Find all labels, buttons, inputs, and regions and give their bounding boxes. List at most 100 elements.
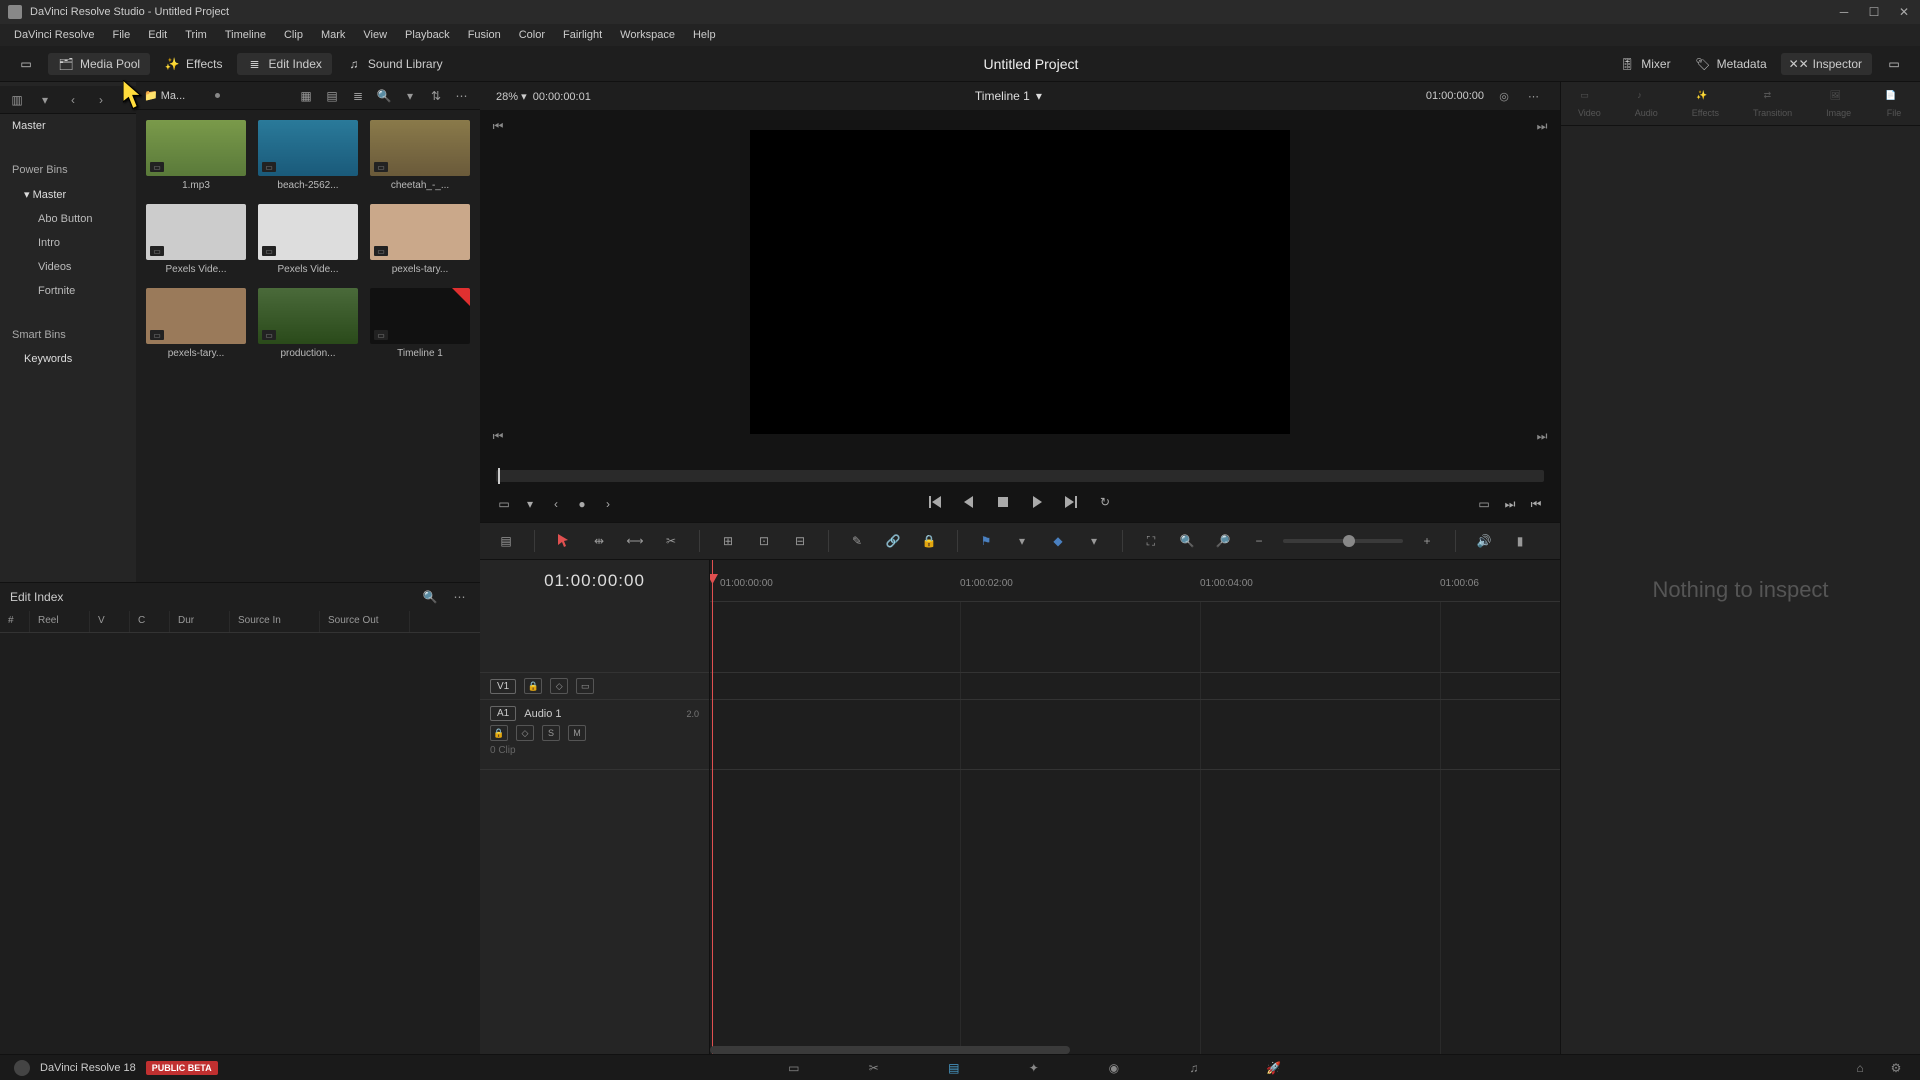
edit-index-options[interactable]: ⋯ — [450, 587, 470, 607]
menu-workspace[interactable]: Workspace — [612, 27, 683, 43]
custom-zoom-button[interactable]: 🔎 — [1211, 529, 1235, 553]
menu-file[interactable]: File — [105, 27, 139, 43]
minimize-button[interactable]: ─ — [1836, 4, 1852, 20]
timeline-dropdown-icon[interactable]: ▾ — [1036, 89, 1042, 103]
inspector-tab-video[interactable]: ▭Video — [1578, 90, 1601, 118]
media-options-button[interactable]: ⋯ — [452, 86, 472, 106]
a1-tag[interactable]: A1 — [490, 706, 516, 721]
go-start-button[interactable] — [925, 492, 945, 512]
bin-videos[interactable]: Videos — [0, 255, 136, 279]
edit-index-col[interactable]: Reel — [30, 611, 90, 632]
next-edit-button[interactable]: ⏭ — [1500, 494, 1520, 514]
menu-edit[interactable]: Edit — [140, 27, 175, 43]
metadata-toggle[interactable]: 🏷Metadata — [1685, 53, 1777, 75]
tracks-canvas[interactable]: 01:00:00:00 01:00:02:00 01:00:04:00 01:0… — [710, 560, 1560, 1054]
bypass-grades-button[interactable]: ◎ — [1494, 86, 1514, 106]
loop-button[interactable]: ↻ — [1095, 492, 1115, 512]
dynamic-trim-tool[interactable]: ⟷ — [623, 529, 647, 553]
media-clip[interactable]: ▭cheetah_-_... — [370, 120, 470, 196]
bin-list-toggle[interactable]: ▥ — [6, 89, 28, 111]
monitor-volume-icon[interactable]: 🔊 — [1472, 529, 1496, 553]
smart-bins-header[interactable]: Smart Bins — [0, 323, 136, 347]
play-button[interactable] — [1027, 492, 1047, 512]
v1-tag[interactable]: V1 — [490, 679, 516, 694]
zoom-full-button[interactable]: ⛶ — [1139, 529, 1163, 553]
media-clip[interactable]: ▭production... — [258, 288, 358, 364]
selection-tool[interactable] — [551, 529, 575, 553]
sort-button[interactable]: ⇅ — [426, 86, 446, 106]
bin-forward[interactable]: › — [90, 89, 112, 111]
timeline-name[interactable]: Timeline 1 — [975, 89, 1030, 103]
thumb-view-button[interactable]: ▦ — [296, 86, 316, 106]
viewer-zoom[interactable]: 28% — [496, 91, 518, 103]
edit-index-col[interactable]: V — [90, 611, 130, 632]
v1-lane[interactable] — [710, 672, 1560, 700]
flag-button[interactable]: ⚑ — [974, 529, 998, 553]
edit-index-col[interactable]: Dur — [170, 611, 230, 632]
bin-fortnite[interactable]: Fortnite — [0, 279, 136, 303]
lock-button[interactable]: 🔒 — [917, 529, 941, 553]
deliver-page-button[interactable]: 🚀 — [1264, 1058, 1284, 1078]
smart-bin-keywords[interactable]: Keywords — [0, 347, 136, 371]
search-icon[interactable]: 🔍 — [374, 86, 394, 106]
sound-library-toggle[interactable]: ♫Sound Library — [336, 53, 453, 75]
video-track-header[interactable]: V1 🔒 ◇ ▭ — [480, 672, 709, 700]
home-button[interactable]: ⌂ — [1850, 1058, 1870, 1078]
cut-page-button[interactable]: ✂ — [864, 1058, 884, 1078]
inspector-tab-transition[interactable]: ⇄Transition — [1753, 90, 1792, 118]
timeline-view-options[interactable]: ▤ — [494, 529, 518, 553]
zoom-out-button[interactable]: − — [1247, 529, 1271, 553]
edit-index-col[interactable]: Source Out — [320, 611, 410, 632]
timeline-ruler[interactable]: 01:00:00:00 01:00:02:00 01:00:04:00 01:0… — [710, 560, 1560, 602]
maximize-button[interactable]: ☐ — [1866, 4, 1882, 20]
single-viewer-button[interactable]: ▭ — [1474, 494, 1494, 514]
power-bin-master[interactable]: ▾ Master — [0, 182, 136, 207]
project-settings-button[interactable]: ⚙ — [1886, 1058, 1906, 1078]
edit-index-col[interactable]: C — [130, 611, 170, 632]
v1-auto-select[interactable]: ◇ — [550, 678, 568, 694]
bin-back[interactable]: ‹ — [62, 89, 84, 111]
menu-fairlight[interactable]: Fairlight — [555, 27, 610, 43]
marker-dropdown[interactable]: ▾ — [1082, 529, 1106, 553]
menu-fusion[interactable]: Fusion — [460, 27, 509, 43]
timeline-timecode[interactable]: 01:00:00:00 — [480, 560, 709, 602]
list-view-button[interactable]: ≣ — [348, 86, 368, 106]
a1-solo[interactable]: S — [542, 725, 560, 741]
bin-master[interactable]: Master — [0, 114, 136, 138]
detail-zoom-button[interactable]: 🔍 — [1175, 529, 1199, 553]
prev-edit-button[interactable]: ⏮ — [1526, 494, 1546, 514]
edit-page-button[interactable]: ▤ — [944, 1058, 964, 1078]
blade-tool[interactable]: ✂ — [659, 529, 683, 553]
v1-enable[interactable]: ▭ — [576, 678, 594, 694]
mixer-toggle[interactable]: 🎚Mixer — [1609, 53, 1680, 75]
fairlight-page-button[interactable]: ♫ — [1184, 1058, 1204, 1078]
edit-index-col[interactable]: # — [0, 611, 30, 632]
bin-intro[interactable]: Intro — [0, 231, 136, 255]
menu-mark[interactable]: Mark — [313, 27, 353, 43]
a1-lane[interactable] — [710, 700, 1560, 770]
replace-clip-button[interactable]: ⊟ — [788, 529, 812, 553]
inspector-toggle[interactable]: ✕✕Inspector — [1781, 53, 1872, 75]
edit-index-toggle[interactable]: ≣Edit Index — [237, 53, 332, 75]
edit-index-col[interactable]: Source In — [230, 611, 320, 632]
search-dropdown[interactable]: ▾ — [400, 86, 420, 106]
flag-dropdown[interactable]: ▾ — [1010, 529, 1034, 553]
media-page-button[interactable]: ▭ — [784, 1058, 804, 1078]
strip-view-button[interactable]: ▤ — [322, 86, 342, 106]
viewer-scrubber[interactable] — [496, 470, 1544, 482]
media-clip[interactable]: ▭Pexels Vide... — [146, 204, 246, 280]
media-pool-toggle[interactable]: 🗂Media Pool — [48, 53, 150, 75]
zoom-slider[interactable] — [1283, 539, 1403, 543]
menu-help[interactable]: Help — [685, 27, 724, 43]
link-button[interactable]: 🔗 — [881, 529, 905, 553]
viewer-options[interactable]: ⋯ — [1524, 86, 1544, 106]
timeline-scrollbar[interactable] — [710, 1046, 1070, 1054]
inspector-tab-image[interactable]: 🖼Image — [1826, 90, 1851, 118]
a1-auto-select[interactable]: ◇ — [516, 725, 534, 741]
media-clip[interactable]: ▭1.mp3 — [146, 120, 246, 196]
menu-color[interactable]: Color — [511, 27, 553, 43]
power-bins-header[interactable]: Power Bins — [0, 158, 136, 182]
go-end-button[interactable] — [1061, 492, 1081, 512]
menu-timeline[interactable]: Timeline — [217, 27, 274, 43]
dim-button[interactable]: ▮ — [1508, 529, 1532, 553]
